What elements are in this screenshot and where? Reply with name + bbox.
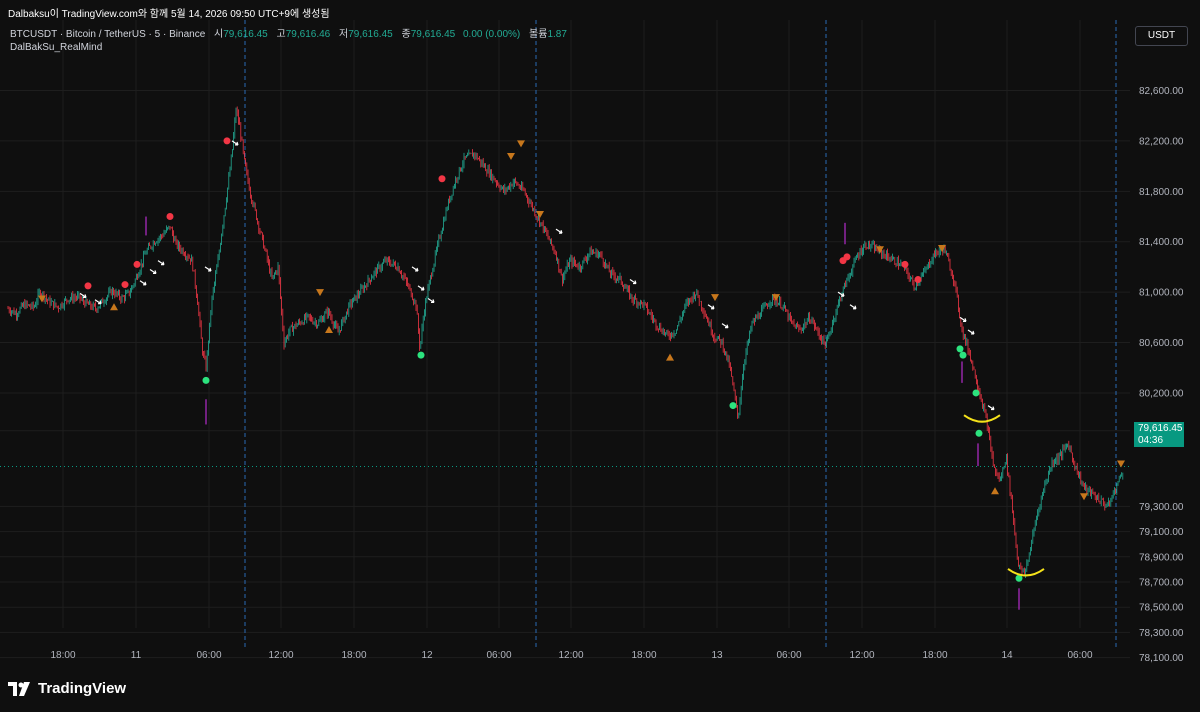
- x-axis-tick-label: 11: [131, 650, 142, 661]
- signal-arrow: [204, 266, 212, 272]
- open-label: 시: [214, 29, 224, 40]
- volume-value: 1.87: [547, 29, 567, 40]
- signal-arrow: [411, 266, 419, 272]
- y-axis-tick-label: 79,100.00: [1139, 527, 1184, 538]
- bar-countdown: 04:36: [1138, 435, 1164, 446]
- x-axis-tick-label: 18:00: [631, 650, 656, 661]
- sell-signal-dot: [901, 260, 909, 268]
- y-axis-tick-label: 80,600.00: [1139, 338, 1184, 349]
- last-price-tag: 79,616.45 04:36: [1134, 422, 1184, 447]
- signal-arrow: [721, 323, 729, 329]
- chart-area[interactable]: 82,600.00 82,200.00 81,800.00 81,400.00 81,0…: [0, 20, 1200, 670]
- close-value: 79,616.45: [410, 29, 456, 40]
- x-axis-tick-label: 06:00: [776, 650, 801, 661]
- buy-signal-dot: [202, 376, 210, 384]
- signal-arrow: [427, 297, 435, 304]
- signal-arrow: [149, 268, 157, 275]
- signal-arrow: [849, 304, 857, 310]
- x-axis-tick-label: 14: [1001, 650, 1013, 661]
- sell-signal-dot: [133, 260, 141, 268]
- x-axis-tick-label: 18:00: [50, 650, 75, 661]
- open-value: 79,616.45: [223, 29, 268, 40]
- close-label: 종: [401, 29, 411, 40]
- price-chart[interactable]: 82,600.00 82,200.00 81,800.00 81,400.00 81,0…: [0, 20, 1200, 670]
- x-axis-tick-label: 12:00: [558, 650, 583, 661]
- sell-signal-dot: [843, 253, 851, 261]
- signal-arrow: [707, 304, 715, 310]
- y-axis-tick-label: 81,000.00: [1139, 288, 1184, 299]
- y-axis-tick-label: 82,200.00: [1139, 136, 1184, 147]
- chart-legend: BTCUSDT · Bitcoin / TetherUS · 5 · Binan…: [10, 28, 567, 54]
- sell-signal-dot: [438, 175, 446, 183]
- bullish-triangle: [110, 303, 118, 311]
- sell-signal-dot: [914, 276, 922, 284]
- x-axis-tick-label: 12:00: [268, 650, 293, 661]
- footer: TradingView: [0, 670, 1200, 712]
- x-axis-tick-label: 12: [421, 650, 433, 661]
- bearish-triangle: [517, 140, 525, 148]
- signal-arrow: [987, 405, 995, 411]
- buy-signal-dot: [972, 389, 980, 397]
- x-axis-tick-label: 06:00: [486, 650, 511, 661]
- tradingview-logo[interactable]: TradingView: [8, 680, 126, 697]
- signal-arrow: [139, 280, 147, 286]
- sell-signal-dot: [223, 137, 231, 145]
- buy-signal-dot: [959, 351, 967, 359]
- buy-signal-dot: [729, 402, 737, 410]
- last-price-value: 79,616.45: [1138, 423, 1183, 434]
- x-axis-tick-label: 06:00: [1067, 650, 1092, 661]
- buy-signal-dot: [956, 345, 964, 353]
- signal-arrow: [231, 140, 239, 146]
- bullish-triangle: [991, 487, 999, 495]
- bearish-triangle: [507, 153, 515, 161]
- bottom-arc-highlight: [963, 414, 1001, 423]
- x-axis-tick-label: 18:00: [922, 650, 947, 661]
- bullish-triangle: [666, 353, 674, 361]
- bearish-triangle: [1080, 493, 1088, 501]
- y-axis-tick-label: 80,200.00: [1139, 388, 1184, 399]
- symbol-label[interactable]: BTCUSDT · Bitcoin / TetherUS · 5 · Binan…: [10, 29, 205, 40]
- high-value: 79,616.46: [285, 29, 331, 40]
- x-axis-tick-label: 18:00: [341, 650, 366, 661]
- y-axis-tick-label: 79,300.00: [1139, 502, 1184, 513]
- x-axis-tick-label: 13: [711, 650, 723, 661]
- bearish-triangle: [1117, 460, 1125, 468]
- sell-signal-dot: [166, 213, 174, 221]
- buy-signal-dot: [417, 351, 425, 359]
- sell-signal-dot: [84, 282, 92, 290]
- signal-arrow: [555, 228, 563, 234]
- y-axis-tick-label: 82,600.00: [1139, 86, 1184, 97]
- y-axis-tick-label: 78,900.00: [1139, 552, 1184, 563]
- y-axis-tick-label: 81,800.00: [1139, 187, 1184, 198]
- x-axis-tick-label: 12:00: [849, 650, 874, 661]
- x-axis-tick-label: 06:00: [196, 650, 221, 661]
- bullish-triangle: [325, 325, 333, 333]
- tradingview-logo-icon: [8, 681, 30, 696]
- signal-arrow: [157, 260, 165, 266]
- change-value: 0.00 (0.00%): [462, 29, 521, 40]
- signal-arrow: [417, 285, 425, 291]
- brand-name: TradingView: [38, 680, 127, 697]
- signal-arrow: [967, 329, 975, 335]
- y-axis-tick-label: 81,400.00: [1139, 237, 1184, 248]
- signal-arrow: [629, 279, 637, 285]
- snapshot-caption: Dalbaksu이 TradingView.com와 함께 5월 14, 202…: [8, 9, 330, 20]
- y-axis-tick-label: 78,100.00: [1139, 653, 1184, 664]
- volume-label: 볼륨: [529, 29, 548, 40]
- y-axis-tick-label: 78,500.00: [1139, 603, 1184, 614]
- y-axis-tick-label: 78,700.00: [1139, 578, 1184, 589]
- indicator-name[interactable]: DalBakSu_RealMind: [10, 41, 567, 54]
- low-value: 79,616.45: [348, 29, 393, 40]
- buy-signal-dot: [975, 429, 983, 437]
- currency-selector[interactable]: USDT: [1135, 26, 1188, 46]
- low-label: 저: [339, 29, 349, 40]
- sell-signal-dot: [121, 281, 129, 289]
- y-axis-tick-label: 78,300.00: [1139, 628, 1184, 639]
- high-label: 고: [276, 29, 286, 40]
- bearish-triangle: [711, 294, 719, 302]
- top-caption-bar: Dalbaksu이 TradingView.com와 함께 5월 14, 202…: [0, 0, 1200, 20]
